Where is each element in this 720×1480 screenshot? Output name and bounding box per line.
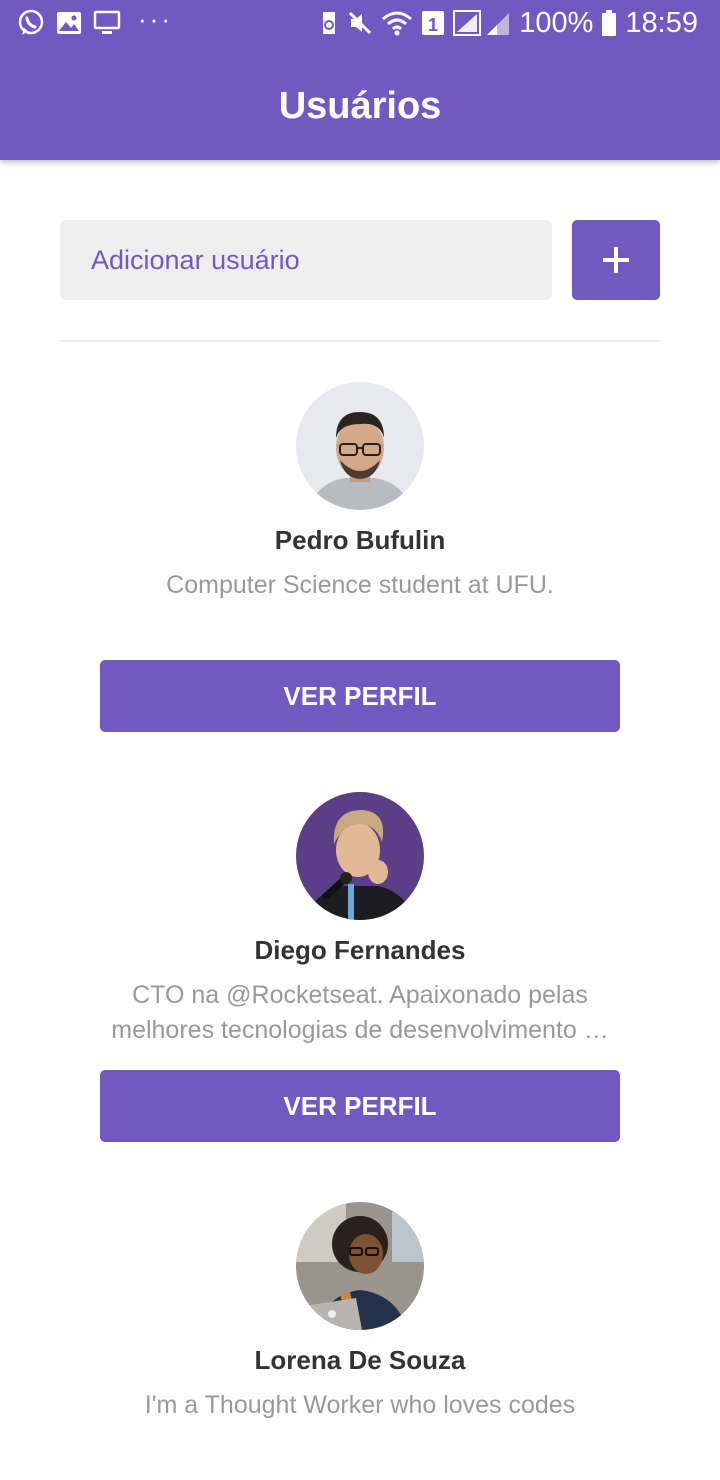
avatar — [296, 382, 424, 510]
user-name: Lorena De Souza — [254, 1345, 466, 1375]
recycle-icon — [319, 8, 339, 38]
avatar — [296, 1202, 424, 1330]
view-profile-button[interactable]: VER PERFIL — [100, 1070, 620, 1142]
signal-icon — [453, 8, 511, 38]
image-icon — [54, 8, 84, 38]
view-profile-button[interactable]: VER PERFIL — [100, 660, 620, 732]
battery-percent: 100% — [519, 7, 594, 39]
user-name: Diego Fernandes — [254, 935, 466, 965]
system-icons: 1 100% 18:59 — [311, 6, 698, 40]
status-bar: ··· 1 100% 18:59 — [0, 0, 720, 48]
user-bio: I'm a Thought Worker who loves codes — [144, 1391, 576, 1419]
more-notifications-icon: ··· — [138, 4, 173, 34]
plus-icon — [603, 247, 629, 273]
notification-icons: ··· — [16, 4, 173, 38]
sim-label: 1 — [428, 15, 438, 35]
page-title: Usuários — [278, 85, 442, 127]
mute-icon — [347, 8, 373, 38]
user-bio: Computer Science student at UFU. — [166, 571, 554, 599]
app-bar: ··· 1 100% 18:59 Usuários — [0, 0, 720, 160]
monitor-icon — [92, 8, 122, 38]
wifi-icon — [381, 8, 413, 38]
whatsapp-icon — [16, 8, 46, 38]
battery-icon — [601, 8, 617, 38]
user-name: Pedro Bufulin — [274, 525, 446, 555]
user-bio: CTO na @Rocketseat. Apaixonado pelas mel… — [111, 981, 609, 1044]
add-user-input[interactable]: Adicionar usuário — [60, 220, 552, 300]
sim-icon: 1 — [421, 8, 445, 38]
avatar — [296, 792, 424, 920]
clock: 18:59 — [625, 7, 698, 39]
add-user-button[interactable] — [572, 220, 660, 300]
divider — [60, 340, 660, 342]
add-user-form: Adicionar usuário — [60, 220, 660, 300]
